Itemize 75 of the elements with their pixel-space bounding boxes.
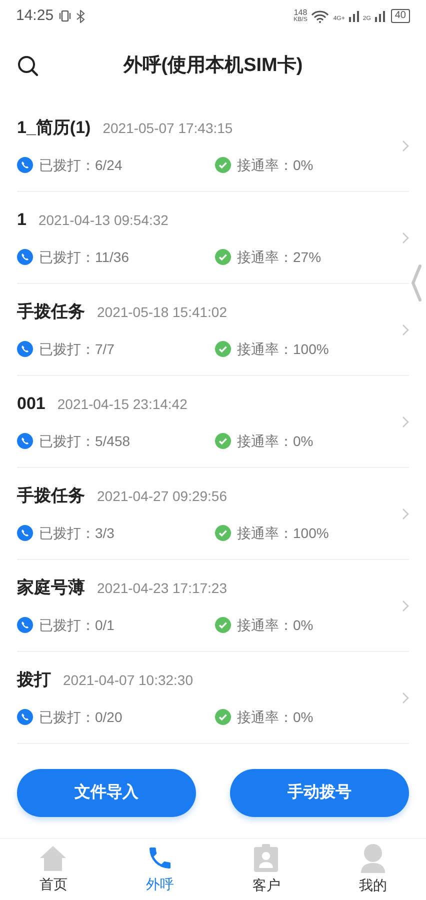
task-item[interactable]: 家庭号薄 2021-04-23 17:17:23 已拨打：0/1 接通率：0% [17, 560, 409, 652]
signal-icon [348, 10, 359, 22]
chevron-right-icon [402, 140, 409, 152]
task-name: 手拨任务 [17, 301, 85, 324]
connect-rate: 接通率：0% [237, 616, 314, 635]
battery-indicator: 40 [390, 9, 410, 23]
chevron-right-icon [402, 232, 409, 244]
task-time: 2021-04-15 23:14:42 [57, 395, 188, 414]
phone-icon [17, 249, 33, 266]
task-name: 手拨任务 [17, 485, 85, 508]
nav-tab[interactable]: 我的 [320, 839, 426, 900]
task-time: 2021-05-18 15:41:02 [97, 303, 227, 322]
connect-rate: 接通率：0% [237, 156, 314, 175]
task-item[interactable]: 拨打 2021-04-07 10:32:30 已拨打：0/20 接通率：0% [17, 652, 409, 744]
home-icon [38, 844, 68, 872]
dialed-count: 已拨打：3/3 [39, 524, 114, 543]
check-icon [215, 525, 231, 542]
connect-rate: 接通率：27% [237, 248, 322, 267]
dialed-count: 已拨打：7/7 [39, 340, 114, 359]
task-name: 1_简历(1) [17, 117, 91, 140]
network-speed: 148 [294, 9, 308, 17]
task-name: 拨打 [17, 669, 51, 692]
phone-icon [17, 341, 33, 358]
signal-icon [374, 10, 385, 22]
task-name: 001 [17, 393, 46, 416]
check-icon [215, 433, 231, 450]
task-time: 2021-04-27 09:29:56 [97, 487, 227, 506]
task-item[interactable]: 手拨任务 2021-04-27 09:29:56 已拨打：3/3 接通率：100% [17, 468, 409, 560]
contact-card-icon [253, 843, 280, 873]
check-icon [215, 249, 231, 266]
nav-tab[interactable]: 外呼 [106, 839, 213, 900]
dialed-count: 已拨打：11/36 [39, 248, 129, 267]
task-item[interactable]: 1_简历(1) 2021-05-07 17:43:15 已拨打：6/24 接通率：0% [17, 100, 409, 192]
check-icon [215, 157, 231, 174]
dialed-count: 已拨打：0/1 [39, 616, 114, 635]
check-icon [215, 617, 231, 634]
search-icon[interactable] [17, 55, 39, 77]
bluetooth-icon [76, 10, 85, 22]
check-icon [215, 709, 231, 726]
action-button[interactable]: 文件导入 [17, 769, 196, 817]
phone-icon [17, 525, 33, 542]
dialed-count: 已拨打：0/20 [39, 708, 122, 727]
task-time: 2021-05-07 17:43:15 [102, 119, 233, 138]
chevron-right-icon [402, 416, 409, 428]
task-item[interactable]: 手拨任务 2021-05-18 15:41:02 已拨打：7/7 接通率：100% [17, 284, 409, 376]
person-icon [358, 843, 387, 873]
status-time: 14:25 [16, 6, 54, 26]
nav-tab[interactable]: 客户 [213, 839, 320, 900]
task-time: 2021-04-23 17:17:23 [97, 579, 227, 598]
chevron-right-icon [402, 508, 409, 520]
connect-rate: 接通率：0% [237, 708, 314, 727]
phone-icon [17, 709, 33, 726]
action-button[interactable]: 手动拨号 [230, 769, 409, 817]
chevron-right-icon [402, 324, 409, 336]
task-name: 1 [17, 209, 26, 232]
phone-icon [17, 617, 33, 634]
page-title: 外呼(使用本机SIM卡) [123, 54, 303, 78]
connect-rate: 接通率：0% [237, 432, 314, 451]
task-time: 2021-04-07 10:32:30 [63, 671, 193, 690]
check-icon [215, 341, 231, 358]
dialed-count: 已拨打：5/458 [39, 432, 130, 451]
dialed-count: 已拨打：6/24 [39, 156, 122, 175]
connect-rate: 接通率：100% [237, 524, 329, 543]
task-time: 2021-04-13 09:54:32 [38, 211, 168, 230]
nav-tab[interactable]: 首页 [0, 839, 106, 900]
chevron-right-icon [402, 692, 409, 704]
connect-rate: 接通率：100% [237, 340, 329, 359]
task-name: 家庭号薄 [17, 577, 85, 600]
task-item[interactable]: 001 2021-04-15 23:14:42 已拨打：5/458 接通率：0% [17, 376, 409, 468]
phone-icon [17, 157, 33, 174]
phone-icon [17, 433, 33, 450]
vibrate-icon [58, 10, 71, 22]
wifi-icon [311, 10, 330, 22]
task-item[interactable]: 1 2021-04-13 09:54:32 已拨打：11/36 接通率：27% [17, 192, 409, 284]
chevron-right-icon [402, 600, 409, 612]
